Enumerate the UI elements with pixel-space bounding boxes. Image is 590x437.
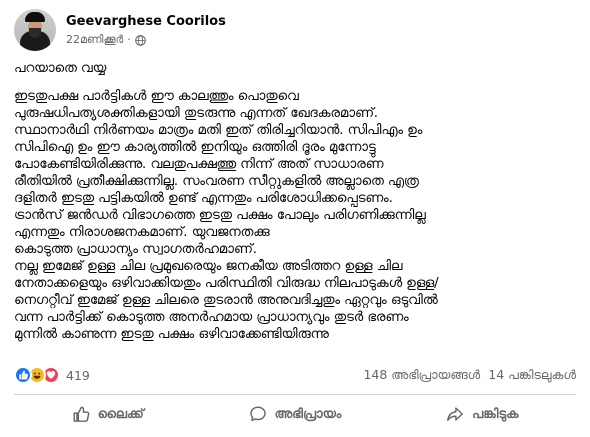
post-meta: Geevarghese Coorilos 22മണിക്കൂർ · [66, 13, 226, 47]
post-time[interactable]: 22മണിക്കൂർ [66, 33, 123, 47]
post-line: എന്നതും നിരാശജനകമാണ്. യുവജനതക്കു [14, 225, 270, 240]
post-line: നേതാക്കളെയും ഒഴിവാക്കിയതും പരിസ്ഥിതി വിര… [14, 276, 439, 291]
post-line: രീതിയിൽ പ്രതീക്ഷിക്കുന്നില്ല. സംവരണ സീറ്… [14, 174, 419, 189]
globe-icon[interactable] [134, 34, 146, 46]
post-line: നല്ല ഇമേജ് ഉള്ള ചില പ്രമുഖരെയും ജനകീയ അട… [14, 259, 403, 274]
thumbs-up-icon [73, 406, 90, 422]
reaction-count[interactable]: 419 [66, 368, 90, 383]
like-label: ലൈക്ക് [97, 406, 144, 422]
share-arrow-icon [447, 407, 464, 422]
author-avatar[interactable] [14, 9, 56, 51]
post-line: നെഗറ്റീവ് ഇമേജ് ഉള്ള ചിലരെ തുടരാൻ അനുവദി… [14, 293, 438, 308]
separator-dot: · [127, 33, 131, 46]
reaction-icons[interactable]: 419 [14, 366, 90, 384]
comment-button[interactable]: അഭിപ്രായം [201, 398, 388, 430]
post-line: ട്രാൻസ് ജൻഡർ വിഭാഗത്തെ ഇടതു പക്ഷം പോലും … [14, 208, 426, 223]
share-label: പങ്കിടുക [472, 406, 519, 422]
post-card: Geevarghese Coorilos 22മണിക്കൂർ · പറയാതെ… [0, 0, 590, 437]
post-text: പറയാതെ വയ്യ ഇടതുപക്ഷ പാർട്ടികൾ ഈ കാലത്തു… [14, 60, 579, 343]
engagement-stats: 148 അഭിപ്രായങ്ങൾ 14 പങ്കിടലുകൾ [363, 367, 576, 383]
share-button[interactable]: പങ്കിടുക [389, 398, 576, 430]
post-line: സ്ഥാനാർഥി നിർണയം മാത്രം മതി ഇത് തിരിച്ചറ… [14, 123, 423, 138]
post-line: ഇടതുപക്ഷ പാർട്ടികൾ ഈ കാലത്തും പൊതുവെ [14, 89, 299, 104]
share-count[interactable]: 14 പങ്കിടലുകൾ [488, 367, 576, 383]
comment-bubble-icon [249, 406, 266, 422]
comment-label: അഭിപ്രായം [274, 406, 342, 422]
author-name[interactable]: Geevarghese Coorilos [66, 13, 226, 30]
post-line: മുന്നിൽ കാണുന്ന ഇടതു പക്ഷം ഒഴിവാക്കേണ്ടി… [14, 327, 329, 342]
reaction-summary: 419 148 അഭിപ്രായങ്ങൾ 14 പങ്കിടലുകൾ [14, 364, 576, 386]
action-bar: ലൈക്ക് അഭിപ്രായം പങ്കിടുക [14, 398, 576, 430]
post-line: പുരുഷധിപത്യശക്തികളായി തുടരുന്നു എന്നത് ഖ… [14, 106, 378, 121]
post-line: ദളിതർ ഇടതു പട്ടികയിൽ ഉണ്ട് എന്നതും പരിശോ… [14, 191, 393, 206]
comment-count[interactable]: 148 അഭിപ്രായങ്ങൾ [363, 367, 480, 383]
like-reaction-icon [14, 366, 32, 384]
like-button[interactable]: ലൈക്ക് [14, 398, 201, 430]
post-line: പോകേണ്ടിയിരിക്കുന്നു. വലതുപക്ഷത്തു നിന്ന… [14, 157, 384, 172]
post-line: വന്ന പാർട്ടിക്ക് കൊടുത്ത അനർഹമായ പ്രാധാന… [14, 310, 409, 325]
post-header: Geevarghese Coorilos 22മണിക്കൂർ · [14, 8, 576, 52]
post-line: കൊടുത്ത പ്രാധാന്യം സ്വാഗതർഹമാണ്. [14, 242, 257, 257]
post-title-line: പറയാതെ വയ്യ [14, 61, 107, 76]
post-line: സിപിഐ ഉം ഈ കാര്യത്തിൽ ഇനിയും ഒത്തിരി ദൂര… [14, 140, 376, 155]
post-subline: 22മണിക്കൂർ · [66, 33, 226, 47]
divider [14, 394, 576, 395]
